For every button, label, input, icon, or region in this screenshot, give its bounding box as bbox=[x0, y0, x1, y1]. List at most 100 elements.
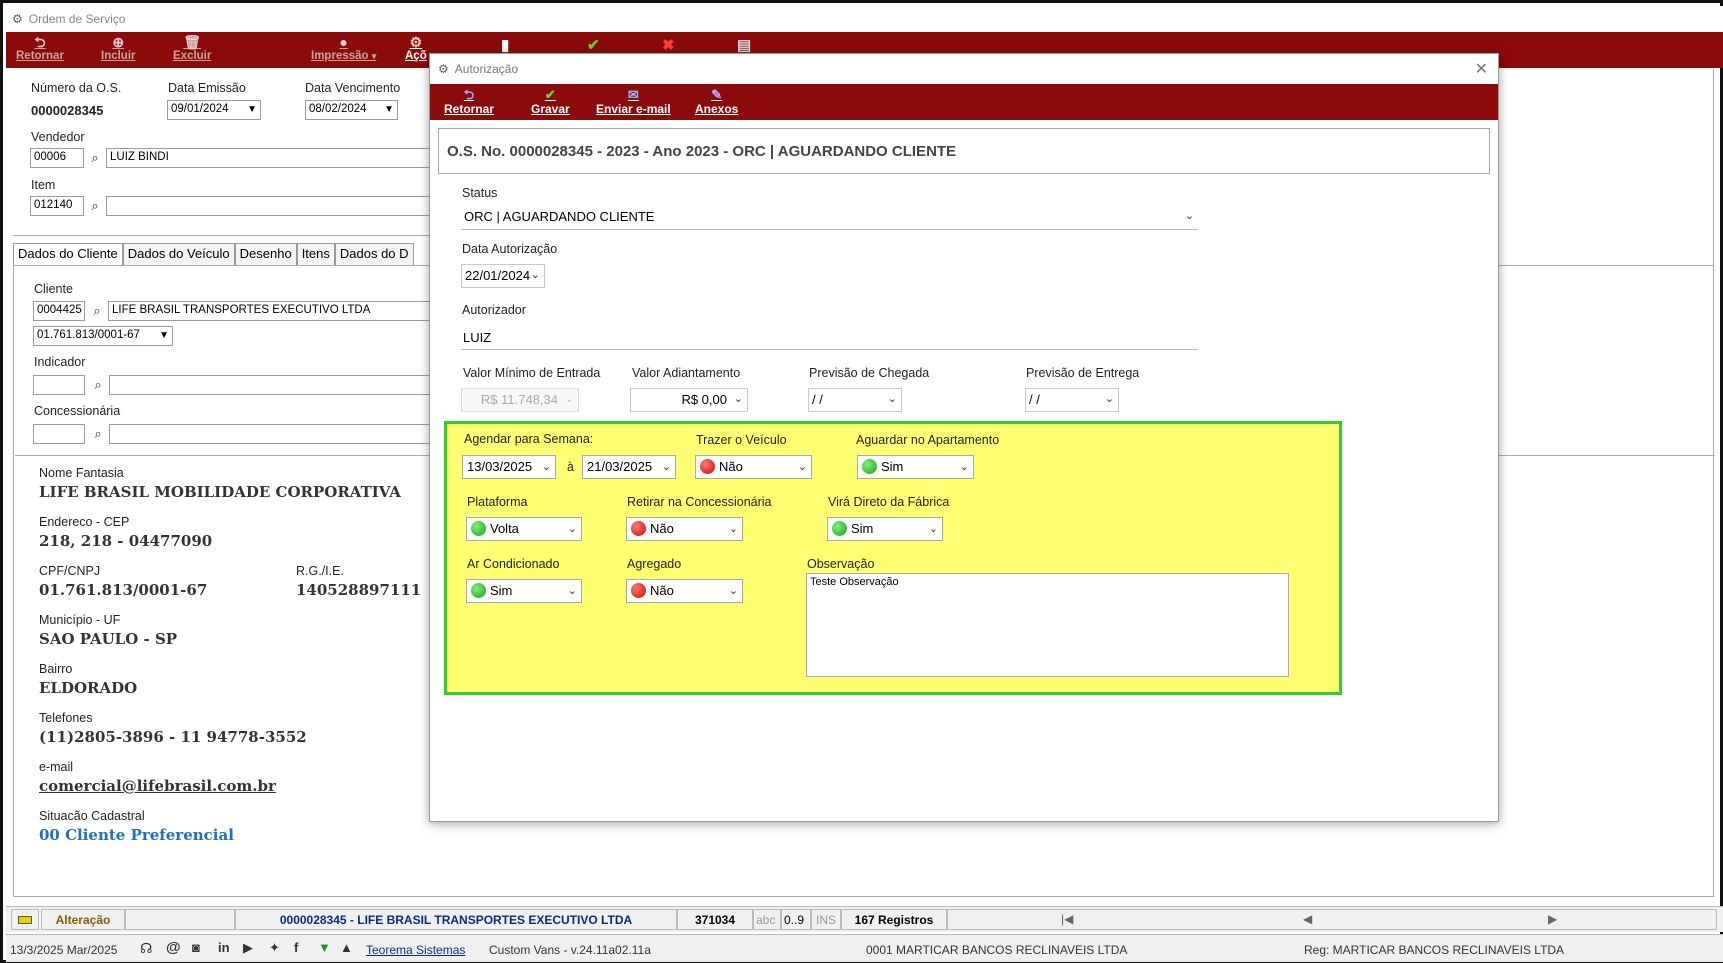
previsao-chegada-picker[interactable]: / / ⌄ bbox=[808, 388, 902, 412]
agregado-select[interactable]: Não ⌄ bbox=[626, 579, 743, 603]
scroll-right-icon[interactable]: ▶ bbox=[1548, 912, 1557, 926]
plataforma-select[interactable]: Volta ⌄ bbox=[466, 517, 582, 541]
search-icon[interactable]: ⌕ bbox=[88, 301, 106, 321]
dialog-title: Autorização bbox=[454, 62, 519, 76]
data-autorizacao-picker[interactable]: 22/01/2024 ⌄ bbox=[461, 264, 545, 288]
emissao-date-picker[interactable]: 09/01/2024 ▼ bbox=[167, 100, 261, 120]
status-red-icon bbox=[631, 521, 646, 536]
cliente-cnpj-select[interactable]: 01.761.813/0001-67 ▼ bbox=[33, 326, 173, 346]
chevron-down-icon: ⌄ bbox=[564, 393, 574, 405]
status-bar: Alteração 0000028345 - LIFE BRASIL TRANS… bbox=[6, 906, 1723, 932]
search-icon[interactable]: ⌕ bbox=[89, 424, 107, 444]
semana-de-picker[interactable]: 13/03/2025 ⌄ bbox=[462, 455, 556, 479]
scroll-left-icon[interactable]: ◀ bbox=[1303, 912, 1312, 926]
twitter-icon[interactable]: ✦ bbox=[269, 940, 280, 956]
check-icon[interactable]: ✔ bbox=[587, 36, 600, 54]
cpf-value: 01.761.813/0001-67 bbox=[39, 581, 208, 599]
youtube-icon[interactable]: ▶ bbox=[243, 940, 253, 956]
search-icon[interactable]: ⌕ bbox=[89, 375, 107, 395]
search-icon[interactable]: ⌕ bbox=[86, 196, 104, 216]
agendar-label: Agendar para Semana: bbox=[464, 432, 594, 446]
facebook-icon[interactable]: f bbox=[294, 940, 298, 955]
indicador-name-input[interactable] bbox=[109, 375, 430, 395]
envelope-icon: ✉ bbox=[627, 87, 639, 102]
book-icon[interactable]: ▮ bbox=[501, 36, 509, 54]
first-record-icon[interactable]: |◀ bbox=[1061, 912, 1073, 926]
acoes-button[interactable]: ⚙ Açõ bbox=[405, 34, 427, 62]
trash-icon: 🗑 bbox=[183, 34, 202, 50]
cpf-label: CPF/CNPJ bbox=[39, 564, 101, 578]
vencimento-label: Data Vencimento bbox=[305, 81, 401, 95]
status-green-icon bbox=[471, 583, 486, 598]
previsao-entrega-picker[interactable]: / / ⌄ bbox=[1025, 388, 1119, 412]
indicador-code-input[interactable] bbox=[33, 375, 85, 395]
headset-icon[interactable]: ☊ bbox=[140, 940, 152, 957]
document-icon[interactable]: ▤ bbox=[737, 36, 751, 54]
tab-dados-cliente[interactable]: Dados do Cliente bbox=[13, 243, 123, 265]
item-code-input[interactable]: 012140 bbox=[30, 196, 84, 216]
instagram-icon[interactable]: ◙ bbox=[192, 940, 200, 955]
close-icon[interactable]: ✕ bbox=[1475, 59, 1488, 79]
autorizador-label: Autorizador bbox=[462, 303, 526, 317]
main-titlebar: ⚙ Ordem de Serviço bbox=[6, 6, 1723, 32]
indicador-label: Indicador bbox=[34, 355, 86, 369]
chevron-down-icon: ⌄ bbox=[797, 461, 807, 473]
dialog-retornar-button[interactable]: ⮌ Retornar bbox=[444, 87, 494, 116]
semana-ate-picker[interactable]: 21/03/2025 ⌄ bbox=[582, 455, 676, 479]
status-empty-cell bbox=[125, 909, 235, 930]
cancel-icon[interactable]: ✖ bbox=[662, 36, 675, 54]
cliente-name-input[interactable]: LIFE BRASIL TRANSPORTES EXECUTIVO LTDA bbox=[108, 301, 430, 321]
autorizador-input[interactable]: LUIZ bbox=[461, 326, 1198, 350]
enviar-email-button[interactable]: ✉ Enviar e-mail bbox=[596, 87, 671, 116]
teorema-link[interactable]: Teorema Sistemas bbox=[366, 943, 465, 957]
linkedin-icon[interactable]: in bbox=[218, 940, 230, 955]
excluir-button[interactable]: 🗑 Excluir bbox=[173, 34, 211, 62]
ar-condicionado-select[interactable]: Sim ⌄ bbox=[466, 579, 582, 603]
vendedor-code-input[interactable]: 00006 bbox=[30, 148, 84, 168]
chevron-down-icon: ⌄ bbox=[928, 523, 938, 535]
impressao-button[interactable]: ● Impressão ▾ bbox=[311, 34, 376, 62]
anexos-button[interactable]: ✎ Anexos bbox=[695, 87, 738, 116]
status-select[interactable]: ORC | AGUARDANDO CLIENTE ⌄ bbox=[461, 206, 1198, 230]
graduation-icon: ▲ bbox=[340, 940, 353, 955]
valor-minimo-label: Valor Mínimo de Entrada bbox=[463, 366, 601, 380]
municipio-value: SAO PAULO - SP bbox=[39, 630, 178, 648]
previsao-entrega-label: Previsão de Entrega bbox=[1026, 366, 1140, 380]
at-icon[interactable]: @ bbox=[166, 939, 181, 956]
vira-direto-select[interactable]: Sim ⌄ bbox=[827, 517, 943, 541]
retornar-button[interactable]: ⮌ Retornar bbox=[16, 34, 64, 62]
trazer-veiculo-select[interactable]: Não ⌄ bbox=[695, 455, 812, 479]
status-green-icon bbox=[832, 521, 847, 536]
status-red-icon bbox=[631, 583, 646, 598]
concessionaria-name-input[interactable] bbox=[109, 424, 430, 444]
aguardar-select[interactable]: Sim ⌄ bbox=[857, 455, 974, 479]
valor-adiantamento-input[interactable]: R$ 0,00 ⌄ bbox=[630, 388, 748, 412]
email-link[interactable]: comercial@lifebrasil.com.br bbox=[39, 777, 276, 795]
tab-dados-d[interactable]: Dados do D bbox=[334, 243, 414, 265]
item-description-input[interactable] bbox=[106, 196, 430, 216]
gravar-button[interactable]: ✔ Gravar bbox=[531, 87, 570, 116]
email-label: e-mail bbox=[39, 760, 74, 774]
ins-status: INS bbox=[811, 909, 841, 930]
vendedor-name-input[interactable]: LUIZ BINDI bbox=[106, 148, 430, 168]
chevron-down-icon: ⌄ bbox=[567, 585, 577, 597]
chevron-down-icon: ⌄ bbox=[1184, 210, 1194, 222]
valor-adiantamento-label: Valor Adiantamento bbox=[632, 366, 741, 380]
record-scrollbar[interactable]: |◀ ◀ ▶ bbox=[947, 909, 1717, 930]
incluir-button[interactable]: ⊕ Incluir bbox=[101, 34, 136, 62]
tab-desenho[interactable]: Desenho bbox=[234, 243, 297, 265]
tab-dados-veiculo[interactable]: Dados do Veículo bbox=[122, 243, 235, 265]
cliente-code-input[interactable]: 0004425 bbox=[33, 301, 85, 321]
status-red-icon bbox=[700, 459, 715, 474]
vencimento-date-picker[interactable]: 08/02/2024 ▼ bbox=[305, 100, 398, 120]
search-icon[interactable]: ⌕ bbox=[86, 148, 104, 168]
window-title: Ordem de Serviço bbox=[28, 12, 126, 26]
rg-label: R.G./I.E. bbox=[296, 564, 344, 578]
observacao-textarea[interactable]: Teste Observação bbox=[806, 573, 1289, 677]
retirar-select[interactable]: Não ⌄ bbox=[626, 517, 743, 541]
emissao-label: Data Emissão bbox=[168, 81, 246, 95]
agregado-label: Agregado bbox=[627, 557, 682, 571]
return-icon: ⮌ bbox=[463, 87, 475, 102]
concessionaria-code-input[interactable] bbox=[33, 424, 85, 444]
tab-itens[interactable]: Itens bbox=[296, 243, 335, 265]
